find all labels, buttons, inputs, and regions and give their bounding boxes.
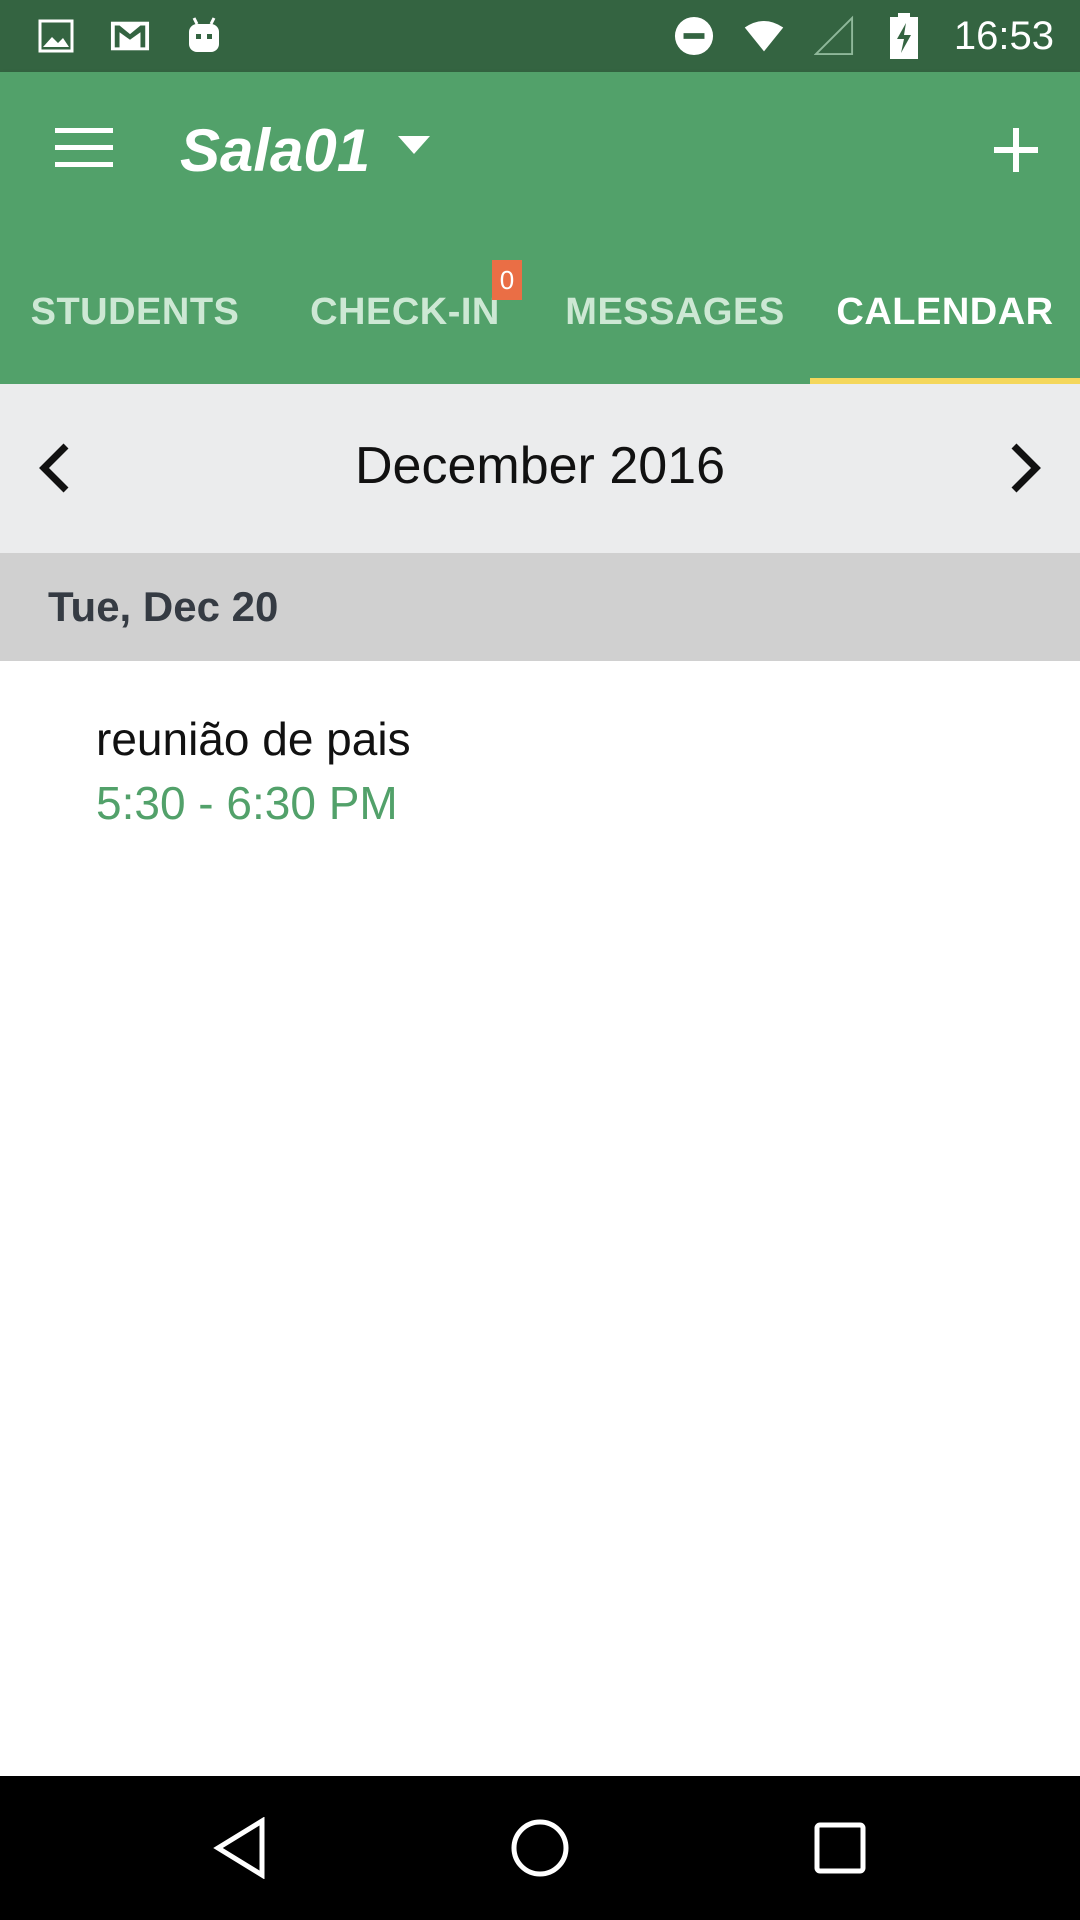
- home-button[interactable]: [504, 1812, 576, 1884]
- android-icon: [184, 16, 224, 56]
- battery-charging-icon: [884, 13, 924, 59]
- tab-students[interactable]: STUDENTS: [0, 240, 270, 384]
- month-navigator: December 2016: [0, 384, 1080, 553]
- tab-calendar[interactable]: CALENDAR: [810, 240, 1080, 384]
- signal-icon: [813, 15, 854, 56]
- app-bar: Sala01 STUDENTS CHECK-IN MESSAGES CALEND…: [0, 72, 1080, 384]
- image-icon: [36, 16, 76, 56]
- status-right-icons: 16:53: [674, 13, 1080, 59]
- plus-icon: [994, 128, 1038, 172]
- add-button[interactable]: [980, 114, 1052, 186]
- do-not-disturb-icon: [674, 16, 714, 56]
- gmail-icon: [110, 16, 150, 56]
- home-icon: [511, 1819, 569, 1877]
- hamburger-menu-icon: [55, 128, 113, 167]
- event-title: reunião de pais: [96, 713, 411, 765]
- menu-button[interactable]: [36, 112, 132, 184]
- event-list-item[interactable]: reunião de pais 5:30 - 6:30 PM: [96, 712, 411, 830]
- system-navigation-bar: [0, 1776, 1080, 1920]
- dropdown-arrow-icon: [398, 136, 430, 154]
- recents-button[interactable]: [804, 1812, 876, 1884]
- check-in-count-badge: 0: [492, 260, 522, 300]
- chevron-right-icon: [1011, 443, 1041, 493]
- classroom-title[interactable]: Sala01: [180, 116, 370, 185]
- tab-bar: STUDENTS CHECK-IN MESSAGES CALENDAR: [0, 240, 1080, 384]
- clock: 16:53: [953, 13, 1054, 58]
- back-icon: [213, 1817, 265, 1879]
- date-section-header: Tue, Dec 20: [0, 553, 1080, 661]
- back-button[interactable]: [204, 1812, 276, 1884]
- wifi-icon: [744, 16, 784, 56]
- tab-messages[interactable]: MESSAGES: [540, 240, 810, 384]
- status-left-icons: [0, 16, 224, 56]
- event-time: 5:30 - 6:30 PM: [96, 777, 398, 829]
- month-title: December 2016: [355, 437, 725, 495]
- status-bar: 16:53: [0, 0, 1080, 72]
- next-month-button[interactable]: [990, 432, 1062, 504]
- classroom-dropdown-button[interactable]: [398, 136, 430, 180]
- toolbar: Sala01: [0, 72, 1080, 240]
- recents-icon: [814, 1822, 866, 1874]
